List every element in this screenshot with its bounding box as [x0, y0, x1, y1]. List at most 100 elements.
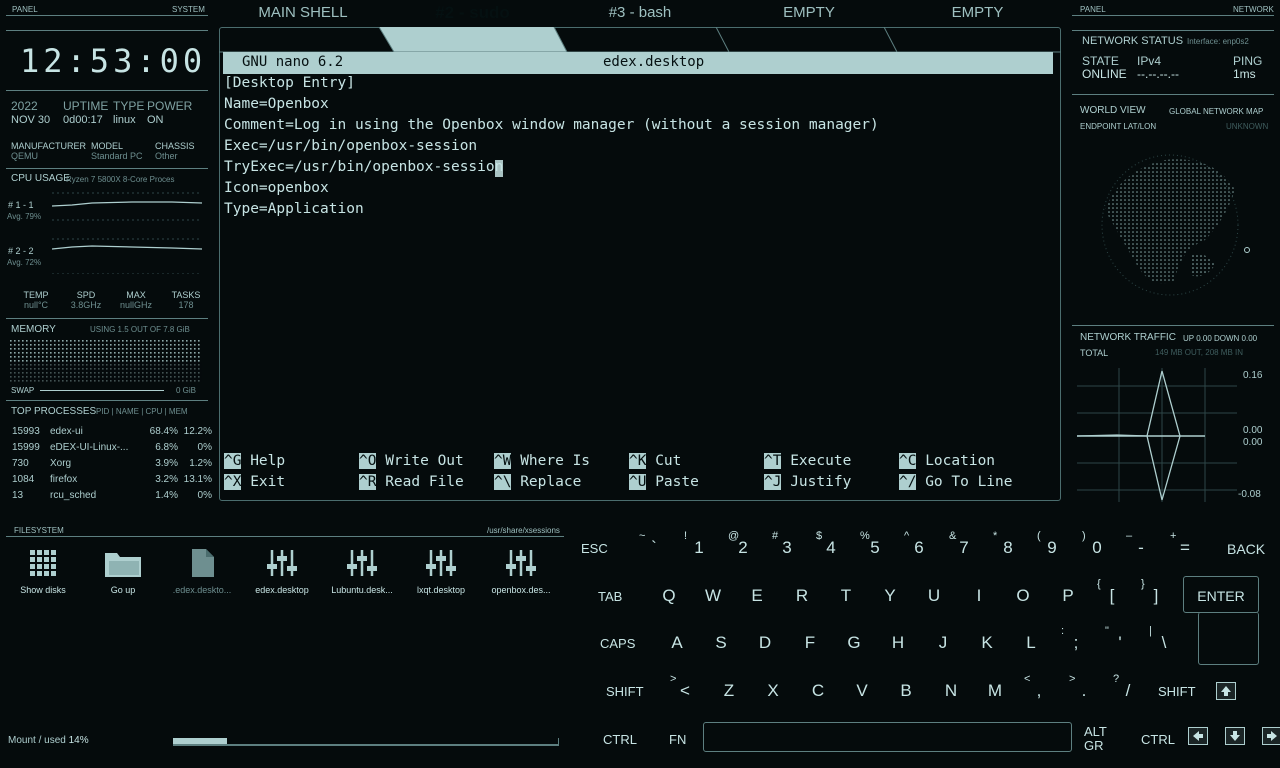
- file-item[interactable]: Lubuntu.desk...: [326, 545, 398, 595]
- key-3[interactable]: X: [760, 681, 786, 701]
- key-5[interactable]: G: [841, 633, 867, 653]
- key-shift-left[interactable]: SHIFT: [606, 684, 644, 699]
- tab-bash[interactable]: #3 - bash: [560, 0, 720, 25]
- nano-shortcut[interactable]: ^G Help: [224, 453, 285, 469]
- key-8[interactable]: 7 &: [949, 530, 977, 558]
- key-3[interactable]: 2 @: [728, 530, 756, 558]
- key-7[interactable]: J: [930, 633, 956, 653]
- file-item[interactable]: openbox.des...: [485, 545, 557, 595]
- tab-sudo[interactable]: #2 - sudo: [390, 0, 555, 25]
- tab-main-shell[interactable]: MAIN SHELL: [222, 0, 384, 25]
- key-12[interactable]: - –: [1126, 530, 1154, 558]
- cpu-core-avg: Avg. 72%: [7, 258, 42, 267]
- key-enter-lower[interactable]: [1198, 612, 1259, 665]
- key-backspace[interactable]: BACK: [1227, 541, 1265, 557]
- key-11[interactable]: /?: [1113, 673, 1141, 701]
- editor-line[interactable]: Type=Application: [224, 201, 364, 217]
- key-enter[interactable]: ENTER: [1183, 576, 1259, 613]
- key-8[interactable]: M: [982, 681, 1008, 701]
- key-1[interactable]: < >: [670, 673, 698, 701]
- nano-shortcut[interactable]: ^R Read File: [359, 474, 464, 490]
- key-10[interactable]: 9(: [1037, 530, 1065, 558]
- key-7[interactable]: N: [938, 681, 964, 701]
- key-5[interactable]: 4 $: [816, 530, 844, 558]
- nano-shortcut[interactable]: ^J Justify: [764, 474, 851, 490]
- key-1[interactable]: ` ~: [639, 530, 667, 558]
- nano-shortcut[interactable]: ^T Execute: [764, 453, 851, 469]
- key-12[interactable]: ]}: [1141, 578, 1169, 606]
- key-6[interactable]: 5%: [860, 530, 888, 558]
- nano-shortcut[interactable]: ^/ Go To Line: [899, 474, 1013, 490]
- key-6[interactable]: Y: [877, 586, 903, 606]
- key-12[interactable]: \ |: [1149, 625, 1177, 653]
- key-10[interactable]: . >: [1069, 673, 1097, 701]
- arrow-down-icon[interactable]: [1225, 727, 1245, 745]
- key-3[interactable]: D: [752, 633, 778, 653]
- key-11[interactable]: 0): [1082, 530, 1110, 558]
- nano-shortcut[interactable]: ^K Cut: [629, 453, 681, 469]
- key-6[interactable]: H: [885, 633, 911, 653]
- key-3[interactable]: E: [744, 586, 770, 606]
- key-5[interactable]: V: [849, 681, 875, 701]
- key-8[interactable]: I: [966, 586, 992, 606]
- key-10[interactable]: ;:: [1061, 625, 1089, 653]
- key-1[interactable]: A: [664, 633, 690, 653]
- file-item[interactable]: Show disks: [7, 545, 79, 595]
- shortcut-key: ^W: [494, 453, 512, 469]
- key-9[interactable]: 8 *: [993, 530, 1021, 558]
- key-10[interactable]: P: [1055, 586, 1081, 606]
- key-2[interactable]: S: [708, 633, 734, 653]
- key-space[interactable]: [703, 722, 1072, 752]
- terminal-window[interactable]: [219, 27, 1061, 501]
- key-6[interactable]: B: [893, 681, 919, 701]
- key-9[interactable]: , <: [1024, 673, 1052, 701]
- tab-empty-5[interactable]: EMPTY: [895, 0, 1060, 25]
- key-7[interactable]: 6 ^: [904, 530, 932, 558]
- key-tab[interactable]: TAB: [598, 589, 622, 604]
- editor-line[interactable]: Comment=Log in using the Openbox window …: [224, 117, 879, 133]
- key-2[interactable]: W: [700, 586, 726, 606]
- key-caps[interactable]: CAPS: [600, 636, 635, 651]
- key-1[interactable]: Q: [656, 586, 682, 606]
- editor-line[interactable]: Exec=/usr/bin/openbox-session: [224, 138, 477, 154]
- key-ctrl-right[interactable]: CTRL: [1141, 732, 1175, 747]
- key-11[interactable]: ' ": [1105, 625, 1133, 653]
- file-item[interactable]: .edex.deskto...: [166, 545, 238, 595]
- key-13[interactable]: = +: [1170, 530, 1198, 558]
- key-8[interactable]: K: [974, 633, 1000, 653]
- key-esc[interactable]: ESC: [581, 541, 608, 556]
- nano-shortcut[interactable]: ^C Location: [899, 453, 995, 469]
- key-4[interactable]: C: [805, 681, 831, 701]
- nano-shortcut[interactable]: ^O Write Out: [359, 453, 464, 469]
- key-11[interactable]: [{: [1097, 578, 1125, 606]
- key-9[interactable]: O: [1010, 586, 1036, 606]
- arrow-up-icon[interactable]: [1216, 682, 1236, 700]
- nano-shortcut[interactable]: ^U Paste: [629, 474, 699, 490]
- tab-empty-4[interactable]: EMPTY: [728, 0, 890, 25]
- key-2[interactable]: 1!: [684, 530, 712, 558]
- nano-shortcut[interactable]: ^X Exit: [224, 474, 285, 490]
- nano-shortcut[interactable]: ^\ Replace: [494, 474, 581, 490]
- key-alt-gr[interactable]: ALT GR: [1084, 725, 1108, 753]
- file-item[interactable]: edex.desktop: [246, 545, 318, 595]
- arrow-left-icon[interactable]: [1188, 727, 1208, 745]
- key-5[interactable]: T: [833, 586, 859, 606]
- file-item[interactable]: Go up: [87, 545, 159, 595]
- editor-line[interactable]: [Desktop Entry]: [224, 75, 355, 91]
- editor-line[interactable]: Icon=openbox: [224, 180, 329, 196]
- editor-line[interactable]: TryExec=/usr/bin/openbox-session: [224, 159, 503, 175]
- arrow-right-icon[interactable]: [1262, 727, 1280, 745]
- key-fn[interactable]: FN: [669, 732, 686, 747]
- key-7[interactable]: U: [921, 586, 947, 606]
- key-2[interactable]: Z: [716, 681, 742, 701]
- file-item[interactable]: lxqt.desktop: [405, 545, 477, 595]
- editor-line[interactable]: Name=Openbox: [224, 96, 329, 112]
- key-4[interactable]: 3 #: [772, 530, 800, 558]
- key-4[interactable]: F: [797, 633, 823, 653]
- key-shift-right[interactable]: SHIFT: [1158, 684, 1196, 699]
- nano-shortcut[interactable]: ^W Where Is: [494, 453, 590, 469]
- key-4[interactable]: R: [789, 586, 815, 606]
- key-9[interactable]: L: [1018, 633, 1044, 653]
- key-ctrl-left[interactable]: CTRL: [603, 732, 637, 747]
- hardware-value: QEMU: [11, 151, 38, 161]
